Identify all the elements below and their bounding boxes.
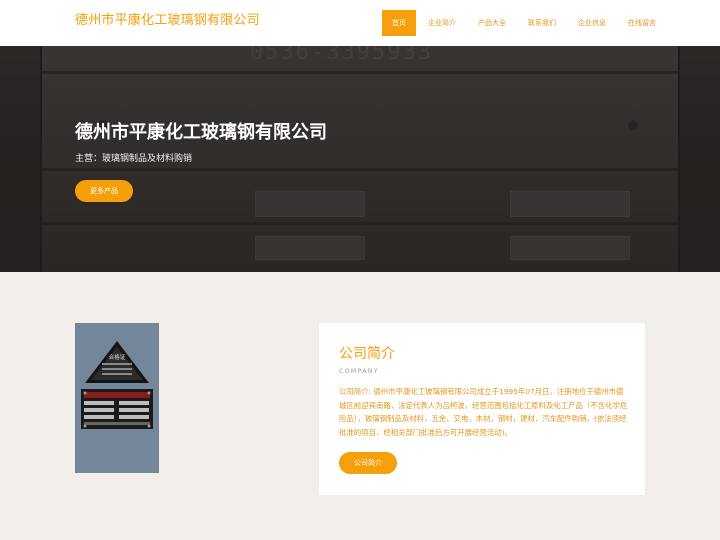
nav-item-products[interactable]: 产品大全 xyxy=(468,10,516,36)
certificate-photo: 合格证 xyxy=(75,323,159,473)
nav-item-home[interactable]: 首页 xyxy=(382,10,416,36)
nav-item-contact[interactable]: 联系我们 xyxy=(518,10,566,36)
main-nav: 首页 企业简介 产品大全 联系我们 企业信息 在线留言 xyxy=(382,10,666,36)
hero-title: 德州市平康化工玻璃钢有限公司 xyxy=(75,122,327,143)
site-brand[interactable]: 德州市平康化工玻璃钢有限公司 xyxy=(75,9,260,28)
nav-item-message[interactable]: 在线留言 xyxy=(618,10,666,36)
company-intro-body: 公司简介: 德州市平康化工玻璃钢有限公司成立于1995年07月日，注册地位于德州… xyxy=(339,387,628,437)
company-intro-subtitle: COMPANY xyxy=(339,368,380,375)
hero-subtitle: 主营：玻璃钢制品及材料购销 xyxy=(75,154,193,164)
site-header: 德州市平康化工玻璃钢有限公司 首页 企业简介 产品大全 联系我们 企业信息 在线… xyxy=(0,0,720,46)
more-products-button[interactable]: 更多产品 xyxy=(75,180,133,202)
nav-item-info[interactable]: 企业信息 xyxy=(568,10,616,36)
company-intro-button[interactable]: 公司简介 xyxy=(339,452,397,474)
certificate-label: 合格证 xyxy=(109,353,126,361)
nav-item-about[interactable]: 企业简介 xyxy=(418,10,466,36)
company-intro-card: 公司简介 COMPANY 公司简介: 德州市平康化工玻璃钢有限公司成立于1995… xyxy=(319,323,645,495)
hero-banner: 0536-3395933 德州市平康化工玻璃钢有限公司 主营：玻璃钢制品及材料购… xyxy=(0,46,720,272)
company-intro-title: 公司简介 xyxy=(339,346,395,362)
